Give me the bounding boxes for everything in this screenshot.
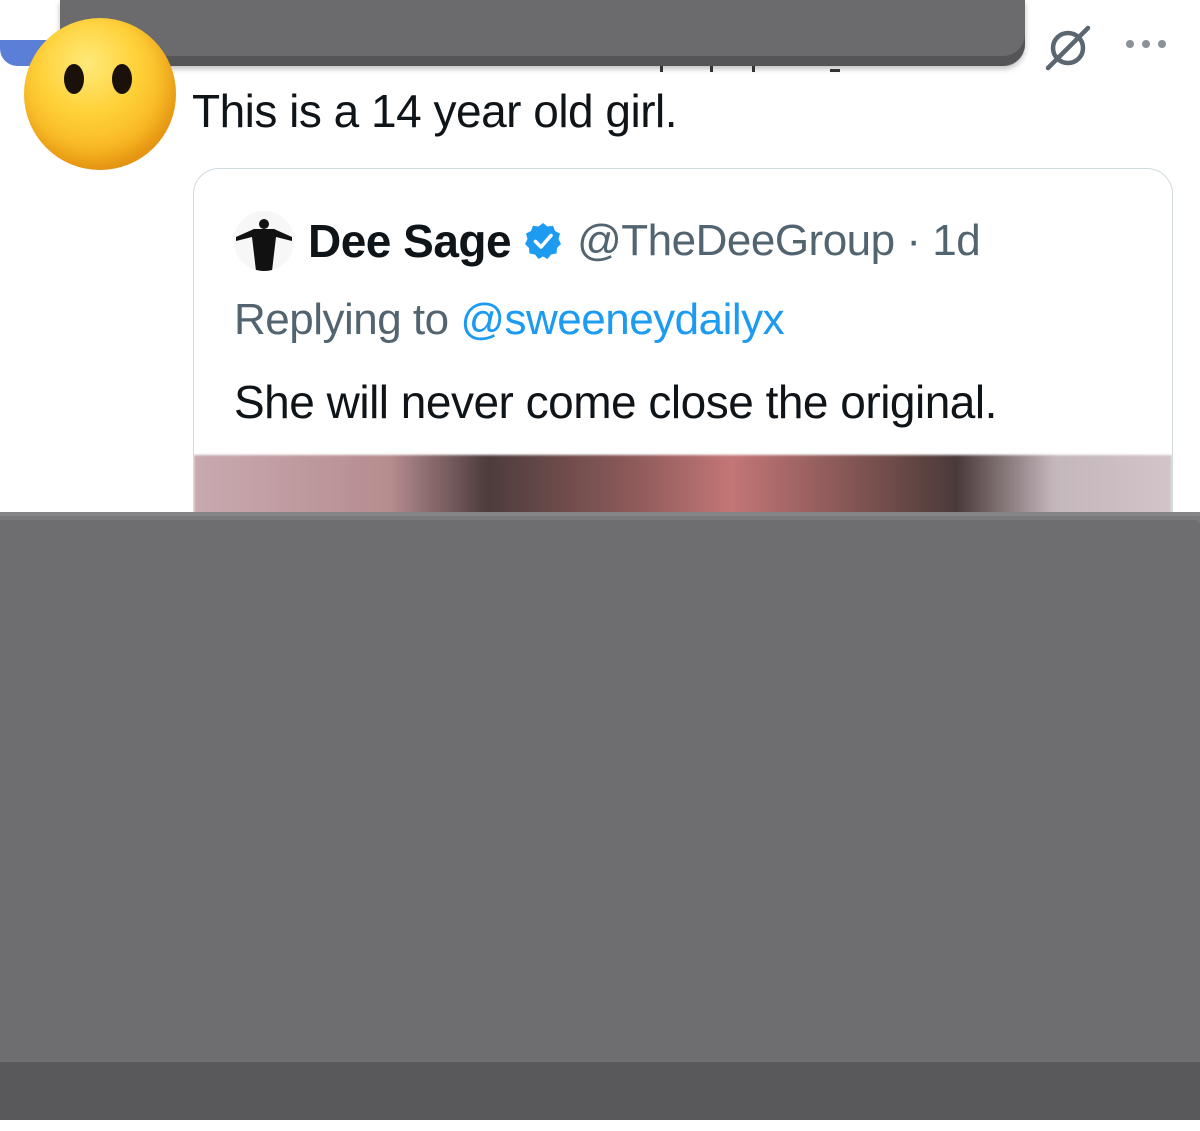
verified-badge-icon	[523, 221, 563, 261]
more-options-icon[interactable]	[1126, 38, 1170, 50]
grok-icon[interactable]	[1042, 24, 1094, 72]
redaction-block-bottom	[0, 512, 1200, 1120]
replying-to-line: Replying to @sweeneydailyx	[234, 295, 785, 345]
avatar[interactable]	[24, 18, 176, 170]
quoted-post-text: She will never come close the original.	[234, 376, 997, 428]
quoted-handle-and-time: @TheDeeGroup · 1d	[577, 216, 981, 265]
quoted-header: Dee Sage @TheDeeGroup · 1d	[308, 213, 981, 269]
reply-mention-link[interactable]: @sweeneydailyx	[460, 295, 784, 344]
quoted-display-name[interactable]: Dee Sage	[308, 214, 512, 268]
emoji-eye-right	[112, 64, 132, 94]
emoji-eye-left	[64, 64, 84, 94]
replying-to-label: Replying to	[234, 295, 461, 344]
quoted-avatar[interactable]	[234, 211, 294, 271]
obscured-handle	[660, 66, 840, 74]
post-text: This is a 14 year old girl.	[192, 85, 678, 137]
quoted-post-card[interactable]: Dee Sage @TheDeeGroup · 1d Replying to @…	[193, 168, 1173, 550]
redaction-bar-top	[60, 0, 1025, 66]
